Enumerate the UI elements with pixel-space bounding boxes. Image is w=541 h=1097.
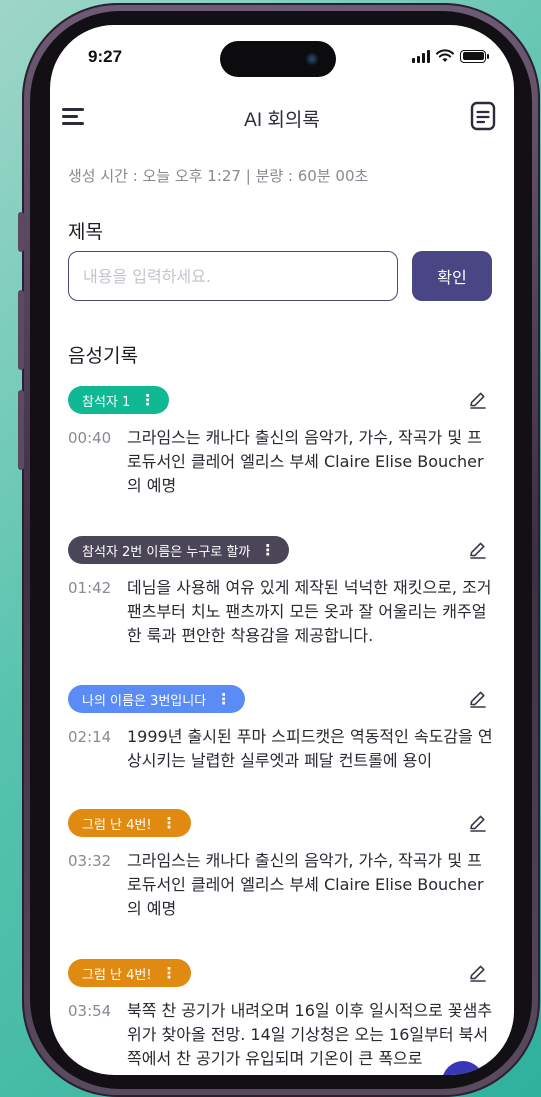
title-input[interactable] — [68, 251, 398, 301]
speaker-tag[interactable]: 그럼 난 4번! ⋮ — [68, 959, 191, 987]
vertical-dots-icon[interactable]: ⋮ — [140, 391, 155, 409]
side-button-left-1 — [18, 212, 24, 252]
generation-meta: 생성 시간 : 오늘 오후 1:27 | 분량 : 60분 00초 — [68, 167, 369, 185]
speaker-name: 나의 이름은 3번입니다 — [82, 693, 207, 709]
page-title: AI 회의록 — [244, 110, 320, 131]
pencil-icon[interactable] — [468, 963, 488, 983]
records-section-label: 음성기록 — [68, 345, 138, 367]
record-timestamp: 02:14 — [68, 728, 112, 746]
speaker-name: 참석자 1 — [82, 394, 131, 410]
record-body: 02:14 1999년 출시된 푸마 스피드캣은 역동적인 속도감을 연상시키는… — [68, 725, 494, 773]
speaker-tag[interactable]: 참석자 2번 이름은 누구로 할까 ⋮ — [68, 536, 290, 564]
record-body: 03:54 북쪽 찬 공기가 내려오며 16일 이후 일시적으로 꽃샘추위가 찾… — [68, 999, 494, 1071]
speaker-name: 그럼 난 4번! — [82, 817, 152, 833]
record-text: 1999년 출시된 푸마 스피드캣은 역동적인 속도감을 연상시키는 날렵한 실… — [127, 727, 493, 770]
record-timestamp: 03:54 — [68, 1002, 112, 1020]
pencil-icon[interactable] — [468, 390, 488, 410]
record-text: 그라임스는 캐나다 출신의 음악가, 가수, 작곡가 및 프로듀서인 클레어 엘… — [127, 851, 484, 918]
vertical-dots-icon[interactable]: ⋮ — [216, 690, 231, 708]
record-item: 나의 이름은 3번입니다 ⋮ 02:14 1999년 출시된 푸마 스피드캣은 … — [68, 685, 494, 773]
record-text: 데님을 사용해 여유 있게 제작된 넉넉한 재킷으로, 조거 팬츠부터 치노 팬… — [127, 578, 492, 645]
record-item: 그럼 난 4번! ⋮ 03:54 북쪽 찬 공기가 내려오며 16일 이후 일시… — [68, 959, 494, 1071]
pencil-icon[interactable] — [468, 540, 488, 560]
side-button-left-2 — [18, 290, 24, 370]
record-item: 그럼 난 4번! ⋮ 03:32 그라임스는 캐나다 출신의 음악가, 가수, … — [68, 809, 494, 921]
record-timestamp: 01:42 — [68, 579, 112, 597]
battery-icon — [460, 49, 489, 63]
document-icon[interactable] — [470, 101, 496, 131]
camera-icon — [306, 53, 318, 65]
record-body: 00:40 그라임스는 캐나다 출신의 음악가, 가수, 작곡가 및 프로듀서인… — [68, 426, 494, 498]
record-timestamp: 03:32 — [68, 852, 112, 870]
confirm-button[interactable]: 확인 — [412, 251, 492, 301]
record-text: 그라임스는 캐나다 출신의 음악가, 가수, 작곡가 및 프로듀서인 클레어 엘… — [127, 428, 484, 495]
vertical-dots-icon[interactable]: ⋮ — [260, 541, 275, 559]
dynamic-island — [220, 41, 336, 77]
app-header: AI 회의록 — [50, 95, 514, 143]
battery-level — [462, 52, 484, 60]
status-time: 9:27 — [88, 47, 123, 66]
speaker-tag[interactable]: 나의 이름은 3번입니다 ⋮ — [68, 685, 246, 713]
vertical-dots-icon[interactable]: ⋮ — [162, 814, 177, 832]
record-item: 참석자 1 ⋮ 00:40 그라임스는 캐나다 출신의 음악가, 가수, 작곡가… — [68, 386, 494, 498]
pencil-icon[interactable] — [468, 689, 488, 709]
signal-icon — [412, 49, 430, 63]
side-button-left-3 — [18, 390, 24, 470]
wifi-icon — [436, 49, 454, 62]
status-icons — [412, 49, 489, 63]
speaker-name: 그럼 난 4번! — [82, 967, 152, 983]
record-timestamp: 00:40 — [68, 429, 112, 447]
record-body: 03:32 그라임스는 캐나다 출신의 음악가, 가수, 작곡가 및 프로듀서인… — [68, 849, 494, 921]
record-text: 북쪽 찬 공기가 내려오며 16일 이후 일시적으로 꽃샘추위가 찾아올 전망.… — [127, 1001, 493, 1068]
speaker-name: 참석자 2번 이름은 누구로 할까 — [82, 544, 251, 560]
vertical-dots-icon[interactable]: ⋮ — [162, 964, 177, 982]
speaker-tag[interactable]: 참석자 1 ⋮ — [68, 386, 170, 414]
speaker-tag[interactable]: 그럼 난 4번! ⋮ — [68, 809, 191, 837]
pencil-icon[interactable] — [468, 813, 488, 833]
record-item: 참석자 2번 이름은 누구로 할까 ⋮ 01:42 데님을 사용해 여유 있게 … — [68, 536, 494, 648]
phone-screen: 9:27 AI 회의록 생성 시간 : 오늘 오후 1:27 | 분량: 60… — [50, 25, 514, 1075]
title-section-label: 제목 — [68, 221, 103, 243]
record-body: 01:42 데님을 사용해 여유 있게 제작된 넉넉한 재킷으로, 조거 팬츠부… — [68, 576, 494, 648]
